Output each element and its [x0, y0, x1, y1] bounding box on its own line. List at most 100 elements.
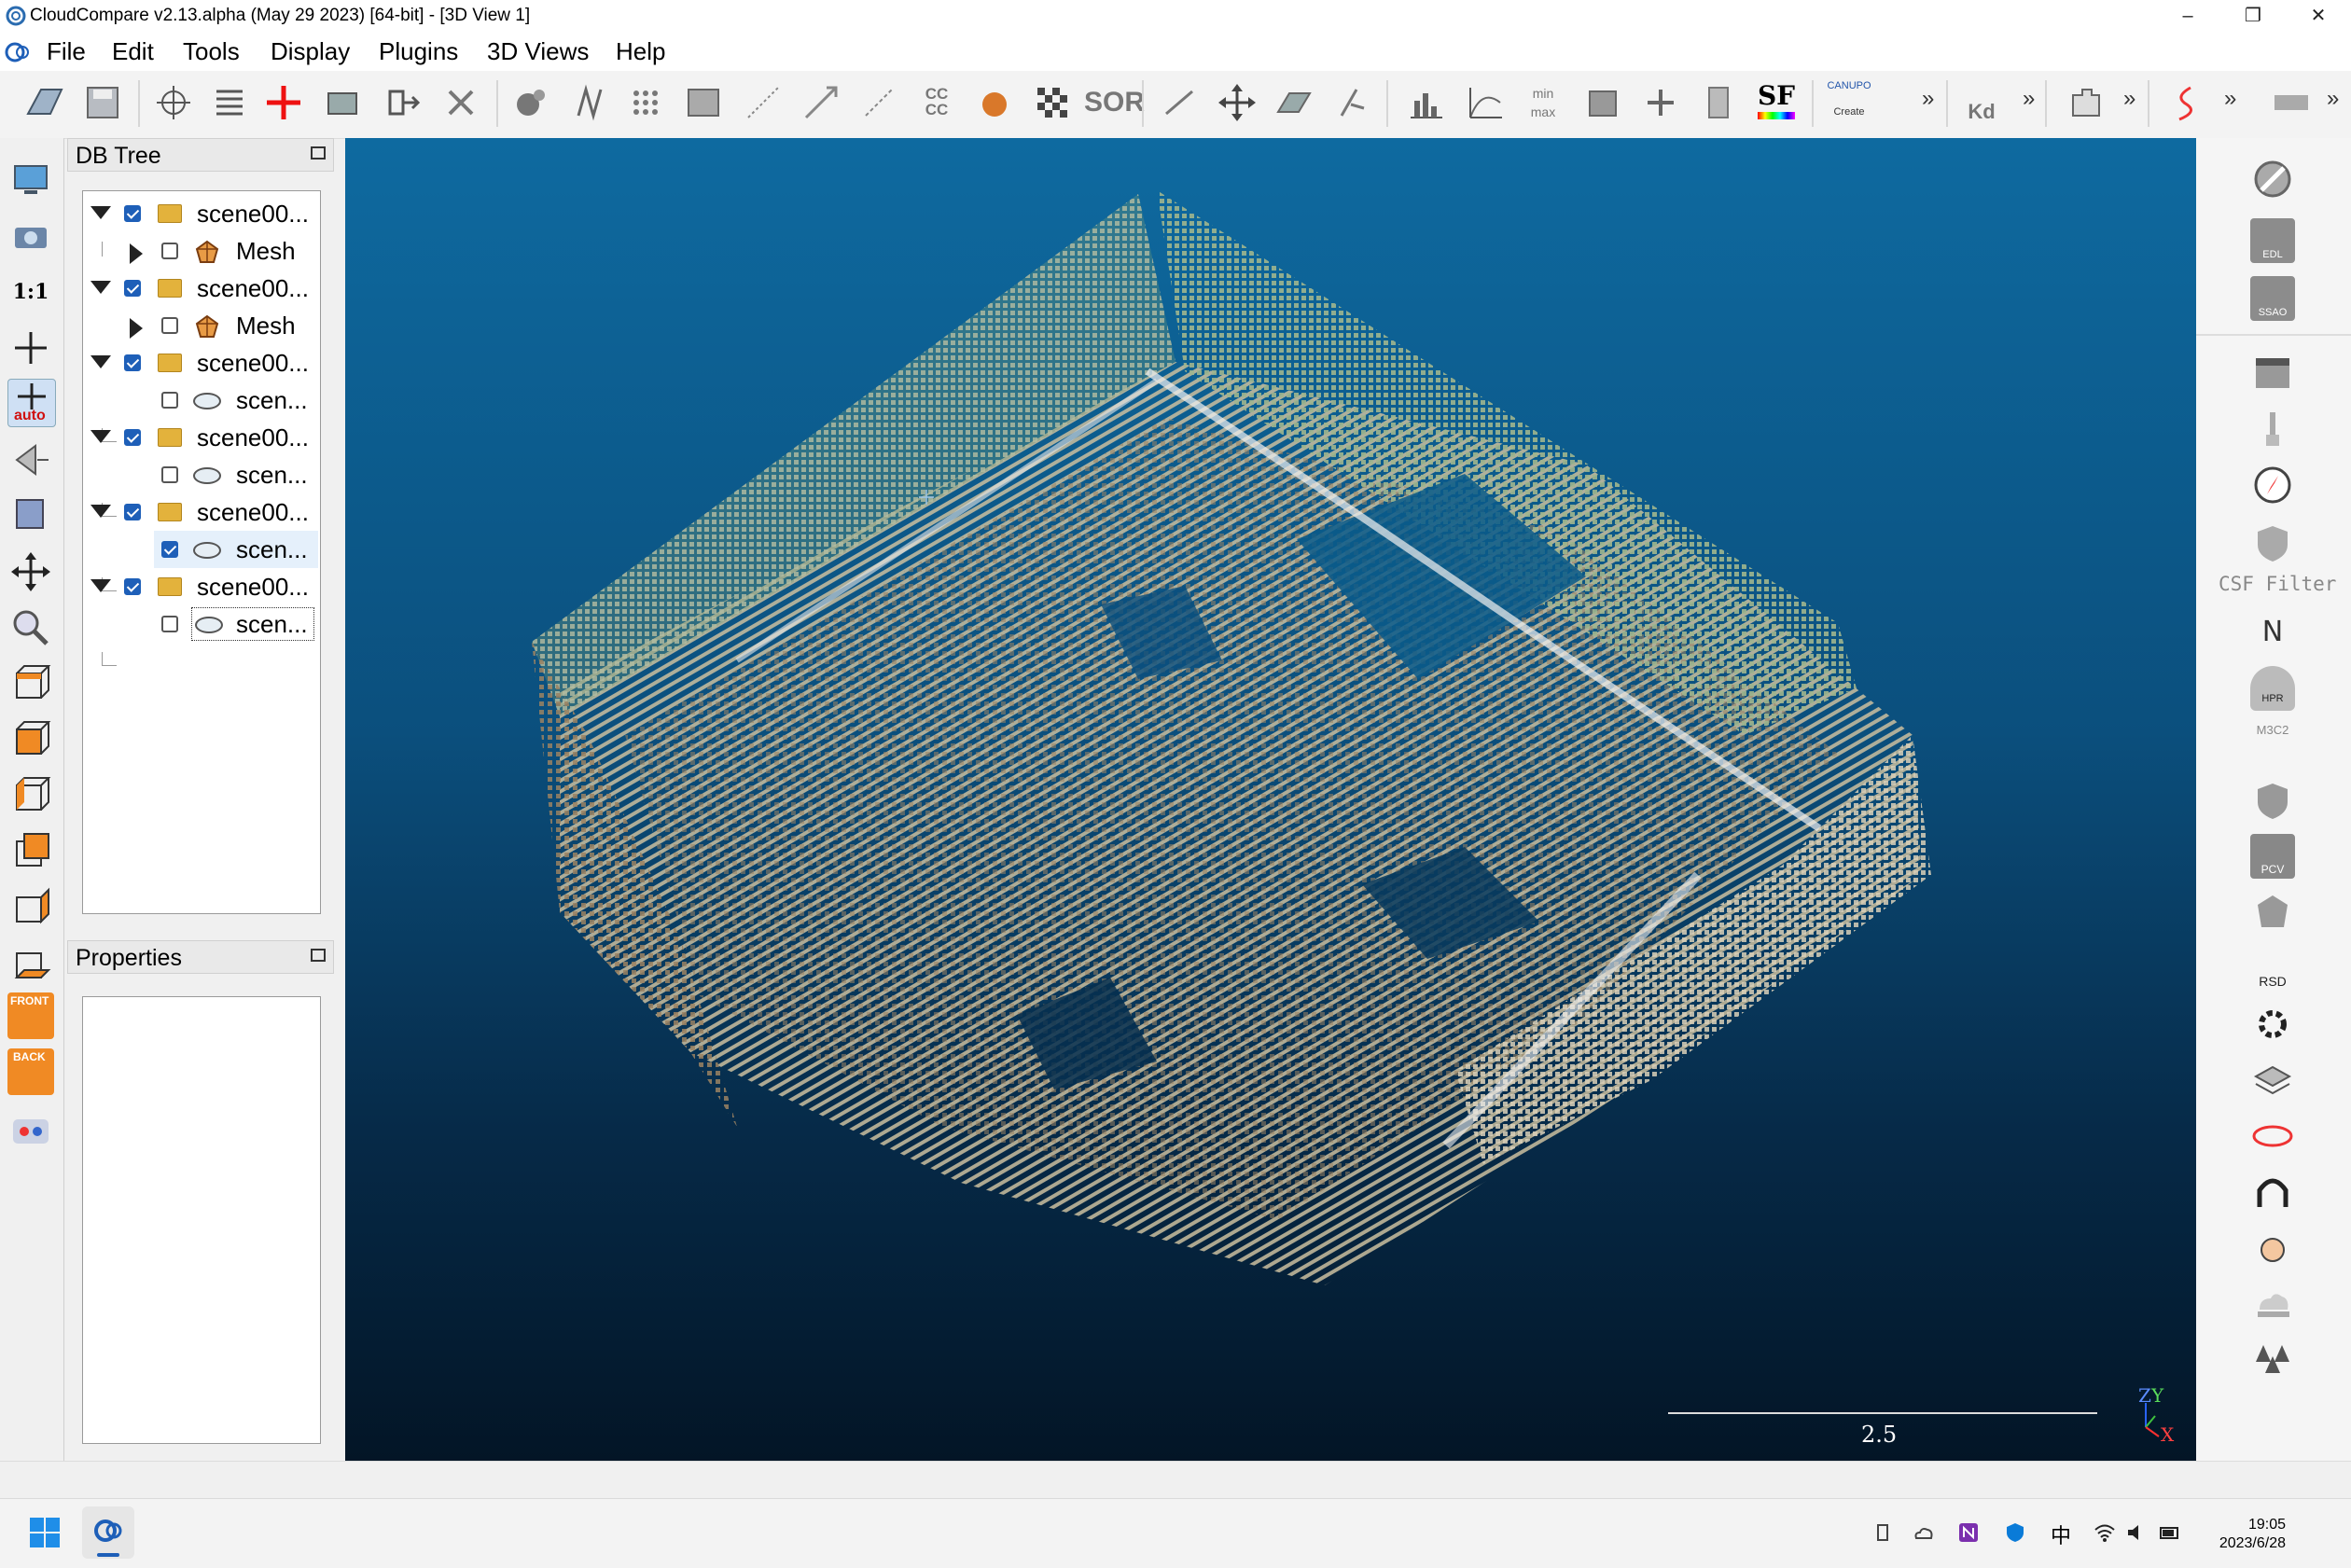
- ssao-shader-button[interactable]: SSAO: [2250, 276, 2295, 321]
- menu-edit[interactable]: Edit: [104, 37, 161, 66]
- normals-icon[interactable]: [567, 80, 612, 125]
- c2m-distance-icon[interactable]: [856, 80, 901, 125]
- app-menu-icon[interactable]: [4, 41, 30, 63]
- point-picking-icon[interactable]: [1329, 80, 1373, 125]
- battery-icon[interactable]: [2159, 1521, 2181, 1544]
- plugin-puzzle-icon[interactable]: [2064, 80, 2108, 125]
- toolbar-more-button[interactable]: »: [1922, 86, 1934, 112]
- 3d-view[interactable]: 2.5 Z Y X: [345, 138, 2196, 1461]
- delete-icon[interactable]: [438, 80, 483, 125]
- menu-plugins[interactable]: Plugins: [371, 37, 466, 66]
- statistics-icon[interactable]: [1463, 80, 1508, 125]
- tree-row[interactable]: scene00...: [83, 493, 320, 531]
- minmax-icon[interactable]: min max: [1521, 80, 1565, 125]
- tree-row[interactable]: scen...: [83, 382, 320, 419]
- kd-tree-icon[interactable]: Kd: [1959, 80, 2004, 125]
- crosshair-icon[interactable]: [7, 325, 54, 371]
- subsample-icon[interactable]: [509, 80, 554, 125]
- visibility-checkbox[interactable]: [124, 504, 141, 520]
- light-icon[interactable]: [7, 491, 54, 537]
- screen-icon[interactable]: [7, 157, 54, 203]
- back-view-icon[interactable]: [7, 828, 54, 875]
- visibility-checkbox[interactable]: [161, 541, 178, 558]
- float-dock-icon[interactable]: [311, 146, 326, 160]
- histogram-icon[interactable]: [1403, 80, 1448, 125]
- stereo-icon[interactable]: [7, 1108, 54, 1155]
- visibility-checkbox[interactable]: [161, 243, 178, 259]
- onenote-icon[interactable]: [1957, 1521, 1980, 1544]
- toolbar-more-button-2[interactable]: »: [2023, 86, 2035, 112]
- visibility-checkbox[interactable]: [124, 429, 141, 446]
- compass-icon[interactable]: [2250, 463, 2295, 507]
- tunnel-icon[interactable]: [2250, 1170, 2295, 1214]
- brush-icon[interactable]: [2250, 407, 2295, 451]
- tree-row[interactable]: Mesh: [83, 307, 320, 344]
- maximize-button[interactable]: ❐: [2220, 0, 2286, 32]
- iso-front-view-button[interactable]: FRONT: [7, 992, 54, 1039]
- pan-icon[interactable]: [7, 548, 54, 595]
- cross-section-icon[interactable]: [1271, 80, 1315, 125]
- wifi-icon[interactable]: [2094, 1521, 2116, 1544]
- usb-device-icon[interactable]: [1871, 1521, 1894, 1544]
- menu-file[interactable]: File: [39, 37, 93, 66]
- add-sf-icon[interactable]: [1638, 80, 1683, 125]
- toolbar-more-button-5[interactable]: »: [2327, 86, 2339, 112]
- tree-row[interactable]: scene00...: [83, 568, 320, 605]
- visibility-checkbox[interactable]: [161, 466, 178, 483]
- visibility-checkbox[interactable]: [124, 354, 141, 371]
- sf-filter-icon[interactable]: [1580, 80, 1625, 125]
- csf-filter-label[interactable]: CSF Filter: [2219, 573, 2336, 595]
- edl-shader-button[interactable]: EDL: [2250, 218, 2295, 263]
- sample-points-icon[interactable]: [623, 80, 668, 125]
- merge-icon[interactable]: [321, 80, 366, 125]
- canupo-icon[interactable]: CANUPO Create: [1827, 80, 1871, 125]
- left-view-icon[interactable]: [7, 772, 54, 819]
- visibility-checkbox[interactable]: [161, 616, 178, 632]
- hand-gesture-icon[interactable]: [2250, 1226, 2295, 1270]
- pcv-button[interactable]: PCV: [2250, 834, 2295, 879]
- menu-tools[interactable]: Tools: [175, 37, 247, 66]
- collapse-arrow-icon[interactable]: [90, 579, 111, 592]
- save-icon[interactable]: [80, 80, 125, 125]
- north-arrow-button[interactable]: N: [2250, 606, 2295, 651]
- curve-tool-icon[interactable]: [2163, 80, 2207, 125]
- gear-icon[interactable]: [2250, 1002, 2295, 1047]
- float-dock-icon[interactable]: [311, 949, 326, 962]
- expand-arrow-icon[interactable]: [130, 318, 143, 339]
- hpr-button[interactable]: HPR: [2250, 666, 2295, 711]
- security-shield-icon[interactable]: [2004, 1521, 2026, 1544]
- layers-icon[interactable]: [2250, 1058, 2295, 1103]
- minimize-button[interactable]: –: [2155, 0, 2220, 32]
- toolbar-more-button-3[interactable]: »: [2123, 86, 2135, 112]
- filter-shield-icon[interactable]: [2250, 778, 2295, 823]
- rsd-button[interactable]: RSD: [2250, 946, 2295, 991]
- menu-3d-views[interactable]: 3D Views: [480, 37, 596, 66]
- visibility-checkbox[interactable]: [124, 578, 141, 595]
- tree-row[interactable]: scene00...: [83, 419, 320, 456]
- toolbar-more-button-4[interactable]: »: [2224, 86, 2236, 112]
- zoom-icon[interactable]: [7, 604, 54, 651]
- collapse-arrow-icon[interactable]: [90, 281, 111, 294]
- visibility-checkbox[interactable]: [124, 280, 141, 297]
- tree-row[interactable]: scen...: [83, 456, 320, 493]
- pixel-ratio-button[interactable]: 1:1: [7, 269, 54, 315]
- collapse-arrow-icon[interactable]: [90, 206, 111, 219]
- perspective-icon[interactable]: [7, 437, 54, 483]
- volume-icon[interactable]: [2125, 1521, 2148, 1544]
- rgb-icon[interactable]: [2269, 80, 2314, 125]
- onedrive-icon[interactable]: [1913, 1521, 1935, 1544]
- registration-icon[interactable]: [741, 80, 786, 125]
- polygon-icon[interactable]: [2250, 890, 2295, 935]
- tree-row[interactable]: scene00...: [83, 270, 320, 307]
- expand-arrow-icon[interactable]: [130, 243, 143, 264]
- collapse-arrow-icon[interactable]: [90, 430, 111, 443]
- cccc-icon[interactable]: CC CC: [914, 80, 959, 125]
- iso-back-view-button[interactable]: BACK: [7, 1048, 54, 1095]
- ellipse-icon[interactable]: [2250, 1114, 2295, 1159]
- cloud-measure-icon[interactable]: [2250, 1282, 2295, 1326]
- checkerboard-icon[interactable]: [1030, 80, 1075, 125]
- collapse-arrow-icon[interactable]: [90, 355, 111, 368]
- visibility-checkbox[interactable]: [161, 392, 178, 409]
- properties-list-icon[interactable]: [207, 80, 252, 125]
- tree-row[interactable]: scene00...: [83, 195, 320, 232]
